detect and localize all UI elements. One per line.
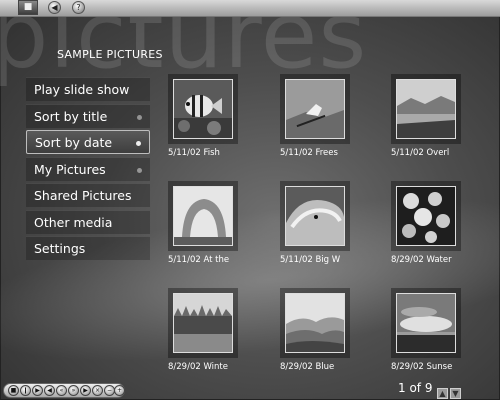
- picture-tile-arch[interactable]: 5/11/02 At the: [168, 181, 268, 265]
- picture-tile-blue-hills[interactable]: 8/29/02 Blue: [280, 288, 380, 372]
- picture-caption: 8/29/02 Sunse: [391, 362, 453, 372]
- picture-caption: 5/11/02 Frees: [280, 148, 338, 158]
- thumbnail-frame: [280, 288, 350, 358]
- picture-caption: 8/29/02 Water: [391, 255, 452, 265]
- picture-caption: 8/29/02 Winte: [168, 362, 228, 372]
- arch-thumbnail-image: [173, 186, 233, 246]
- sunset-thumbnail-image: [396, 293, 456, 353]
- wave-thumbnail-image: [285, 186, 345, 246]
- menu-item-sort-by-date[interactable]: Sort by date: [26, 130, 150, 154]
- picture-caption: 5/11/02 Fish: [168, 148, 220, 158]
- thumbnail-frame: [168, 288, 238, 358]
- page-up-icon[interactable]: ▲: [437, 388, 448, 399]
- blue-hills-thumbnail-image: [285, 293, 345, 353]
- thumbnail-frame: [280, 74, 350, 144]
- side-menu: Play slide show Sort by title Sort by da…: [26, 77, 150, 263]
- help-icon[interactable]: ?: [72, 1, 85, 14]
- thumbnail-frame: [391, 74, 461, 144]
- thumbnail-frame: [391, 288, 461, 358]
- overlook-thumbnail-image: [396, 79, 456, 139]
- menu-item-label: Settings: [34, 241, 86, 256]
- picture-tile-freestyle[interactable]: 5/11/02 Frees: [280, 74, 380, 158]
- picture-tile-water-lilies[interactable]: 8/29/02 Water: [391, 181, 491, 265]
- menu-item-label: Sort by title: [34, 108, 108, 124]
- menu-item-shared-pictures[interactable]: Shared Pictures: [26, 183, 150, 207]
- previous-icon[interactable]: ◀: [44, 385, 55, 396]
- menu-item-label: Other media: [34, 214, 113, 230]
- thumbnail-frame: [391, 181, 461, 251]
- next-icon[interactable]: ▶: [80, 385, 91, 396]
- fish-thumbnail-image: [173, 79, 233, 139]
- picture-caption: 8/29/02 Blue: [280, 362, 335, 372]
- page-down-icon[interactable]: ▼: [450, 388, 461, 399]
- picture-caption: 5/11/02 Big W: [280, 255, 341, 265]
- volume-up-icon[interactable]: +: [114, 385, 125, 396]
- menu-item-sort-by-title[interactable]: Sort by title: [26, 103, 150, 128]
- back-icon[interactable]: ◀: [48, 1, 61, 14]
- water-lilies-thumbnail-image: [396, 186, 456, 246]
- menu-item-label: Shared Pictures: [34, 188, 132, 203]
- menu-item-play-slide-show[interactable]: Play slide show: [26, 77, 150, 101]
- radio-dot-icon: [137, 114, 142, 120]
- play-icon[interactable]: ▶: [32, 385, 43, 396]
- radio-dot-icon: [137, 167, 142, 173]
- pause-icon[interactable]: ❙: [20, 385, 31, 396]
- thumbnail-frame: [168, 181, 238, 251]
- freestyle-thumbnail-image: [285, 79, 345, 139]
- picture-tile-fish[interactable]: 5/11/02 Fish: [168, 74, 268, 158]
- picture-tile-big-wave[interactable]: 5/11/02 Big W: [280, 181, 380, 265]
- fast-forward-icon[interactable]: »: [68, 385, 79, 396]
- stop-icon[interactable]: ■: [8, 385, 19, 396]
- menu-item-label: My Pictures: [34, 161, 106, 177]
- thumbnail-frame: [280, 181, 350, 251]
- picture-caption: 5/11/02 At the: [168, 255, 230, 265]
- pager-arrows: ▲ ▼: [437, 381, 463, 400]
- media-center-logo-icon[interactable]: ■: [18, 0, 38, 15]
- picture-tile-winter[interactable]: 8/29/02 Winte: [168, 288, 268, 372]
- menu-item-label: Play slide show: [34, 82, 130, 97]
- picture-tile-overlook[interactable]: 5/11/02 Overl: [391, 74, 491, 158]
- mute-icon[interactable]: ×: [92, 385, 103, 396]
- menu-item-my-pictures[interactable]: My Pictures: [26, 156, 150, 181]
- thumbnail-frame: [168, 74, 238, 144]
- menu-item-settings[interactable]: Settings: [26, 236, 150, 260]
- picture-caption: 5/11/02 Overl: [391, 148, 450, 158]
- rewind-icon[interactable]: «: [56, 385, 67, 396]
- menu-item-label: Sort by date: [35, 135, 113, 150]
- radio-dot-icon: [136, 141, 141, 146]
- menu-item-other-media[interactable]: Other media: [26, 209, 150, 234]
- page-title: SAMPLE PICTURES: [57, 48, 163, 61]
- transport-controls: ■ ❙ ▶ ◀ « » ▶ × − +: [3, 383, 125, 398]
- page-counter: 1 of 9: [398, 381, 433, 395]
- top-bar: ■ ◀ ?: [0, 0, 500, 17]
- winter-thumbnail-image: [173, 293, 233, 353]
- picture-tile-sunset[interactable]: 8/29/02 Sunse: [391, 288, 491, 372]
